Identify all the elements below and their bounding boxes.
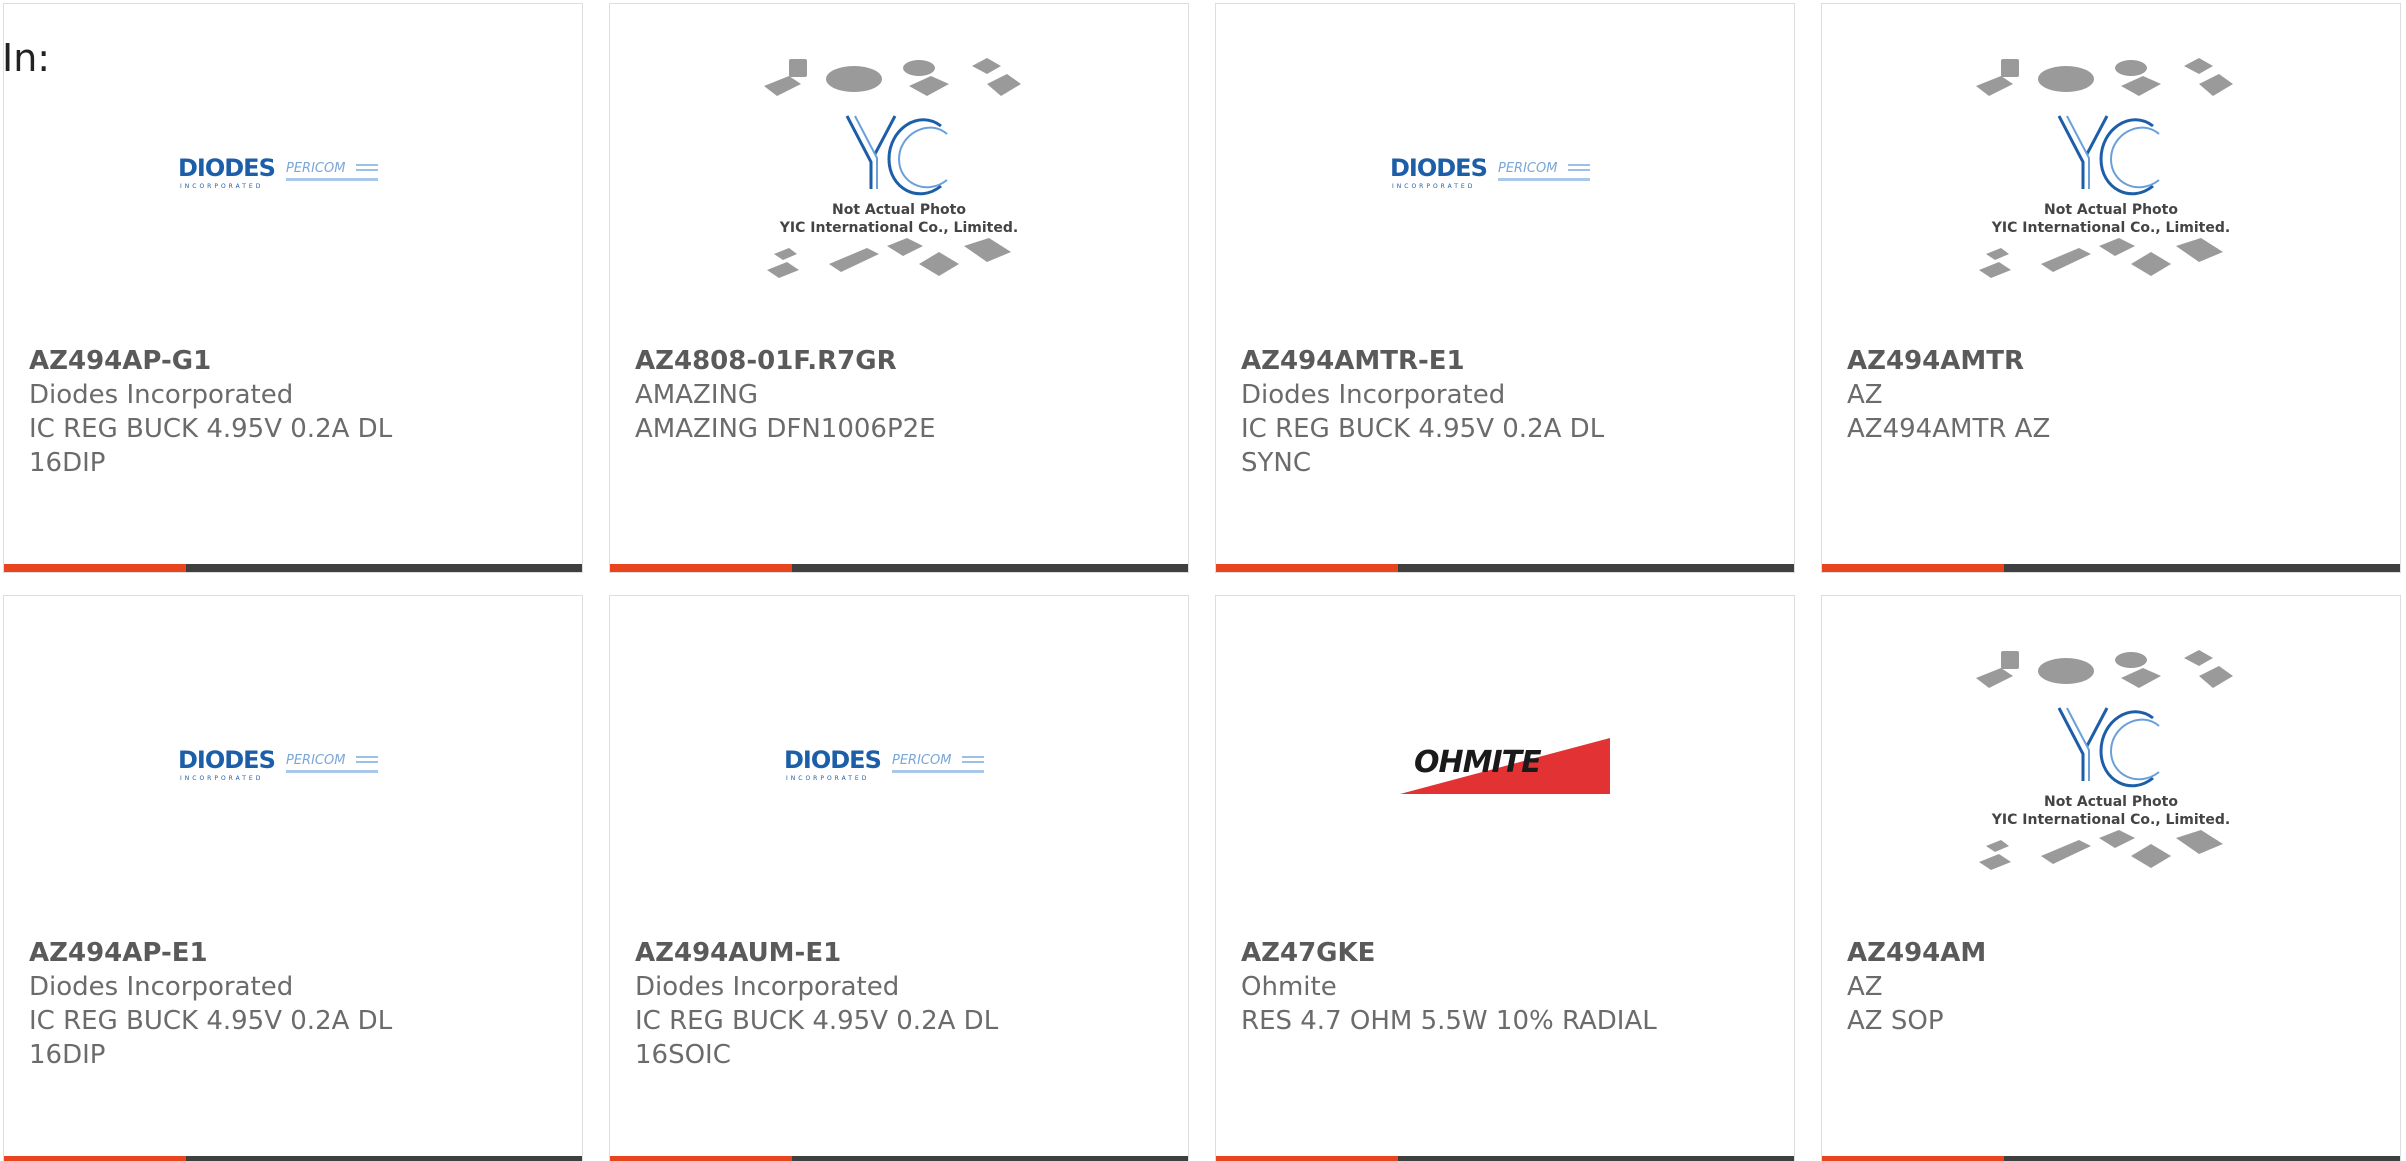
product-card[interactable]: Not Actual Photo YIC International Co., …: [1821, 3, 2401, 573]
product-description: RES 4.7 OHM 5.5W 10% RADIAL: [1241, 1006, 1657, 1036]
yic-placeholder-icon: Not Actual Photo YIC International Co., …: [764, 58, 1021, 278]
part-number-link[interactable]: AZ494AMTR-E1: [1241, 344, 1661, 378]
page: In: DIODES INCORPORATED PERICOM AZ494AP-…: [0, 0, 2406, 1161]
product-image[interactable]: DIODES INCORPORATED PERICOM: [610, 596, 1188, 936]
placeholder-caption-2: YIC International Co., Limited.: [1991, 220, 2230, 236]
part-number-link[interactable]: AZ47GKE: [1241, 936, 1661, 970]
pericom-logo-text: PERICOM: [1498, 161, 1557, 176]
product-description: IC REG BUCK 4.95V 0.2A DL SYNC: [1241, 414, 1605, 478]
product-card[interactable]: DIODES INCORPORATED PERICOM AZ494AP-G1 Di…: [3, 3, 583, 573]
card-footer-bar: [4, 1156, 582, 1161]
product-description: AMAZING DFN1006P2E: [635, 414, 936, 444]
card-footer-accent: [1822, 564, 2004, 572]
card-footer-accent: [4, 564, 186, 572]
product-info: AZ494AM AZ AZ SOP: [1847, 936, 2267, 1038]
manufacturer-name: Diodes Incorporated: [1241, 380, 1506, 410]
manufacturer-name: AMAZING: [635, 380, 759, 410]
product-image[interactable]: OHMITE: [1216, 596, 1794, 936]
part-number-link[interactable]: AZ494AUM-E1: [635, 936, 1055, 970]
diodes-logo-icon: DIODES INCORPORATED PERICOM: [784, 746, 984, 782]
product-info: AZ494AMTR-E1 Diodes Incorporated IC REG BU…: [1241, 344, 1661, 480]
placeholder-caption-1: Not Actual Photo: [2044, 794, 2178, 810]
card-footer-bar: [610, 1156, 1188, 1161]
product-description: IC REG BUCK 4.95V 0.2A DL 16DIP: [29, 1006, 393, 1070]
product-image[interactable]: DIODES INCORPORATED PERICOM: [4, 4, 582, 344]
product-image[interactable]: Not Actual Photo YIC International Co., …: [1822, 596, 2400, 936]
product-image[interactable]: DIODES INCORPORATED PERICOM: [1216, 4, 1794, 344]
ohmite-logo-icon: OHMITE: [1400, 738, 1610, 794]
card-footer-accent: [1216, 1156, 1398, 1161]
diodes-logo-icon: DIODES INCORPORATED PERICOM: [178, 154, 378, 190]
diodes-logo-text: DIODES: [784, 746, 881, 774]
diodes-logo-sub: INCORPORATED: [180, 183, 263, 190]
card-footer-accent: [610, 564, 792, 572]
manufacturer-name: Diodes Incorporated: [29, 380, 294, 410]
pericom-logo-text: PERICOM: [286, 161, 345, 176]
product-image[interactable]: Not Actual Photo YIC International Co., …: [1822, 4, 2400, 344]
product-info: AZ494AMTR AZ AZ494AMTR AZ: [1847, 344, 2267, 446]
product-description: AZ494AMTR AZ: [1847, 414, 2051, 444]
diodes-logo-icon: DIODES INCORPORATED PERICOM: [1390, 154, 1590, 190]
product-info: AZ494AP-G1 Diodes Incorporated IC REG BUCK…: [29, 344, 449, 480]
manufacturer-name: AZ: [1847, 972, 1883, 1002]
card-footer-bar: [1216, 1156, 1794, 1161]
product-card[interactable]: OHMITE AZ47GKE Ohmite RES 4.7 OHM 5.5W 10%…: [1215, 595, 1795, 1161]
product-card[interactable]: Not Actual Photo YIC International Co., …: [609, 3, 1189, 573]
card-footer-accent: [1822, 1156, 2004, 1161]
product-card[interactable]: DIODES INCORPORATED PERICOM AZ494AP-E1 Di…: [3, 595, 583, 1161]
card-footer-bar: [4, 564, 582, 572]
product-image[interactable]: Not Actual Photo YIC International Co., …: [610, 4, 1188, 344]
placeholder-caption-1: Not Actual Photo: [832, 202, 966, 218]
diodes-logo-sub: INCORPORATED: [786, 775, 869, 782]
product-description: IC REG BUCK 4.95V 0.2A DL 16SOIC: [635, 1006, 999, 1070]
product-description: IC REG BUCK 4.95V 0.2A DL 16DIP: [29, 414, 393, 478]
card-footer-accent: [4, 1156, 186, 1161]
part-number-link[interactable]: AZ494AMTR: [1847, 344, 2267, 378]
placeholder-caption-2: YIC International Co., Limited.: [779, 220, 1018, 236]
diodes-logo-sub: INCORPORATED: [1392, 183, 1475, 190]
product-card[interactable]: DIODES INCORPORATED PERICOM AZ494AMTR-E1…: [1215, 3, 1795, 573]
card-footer-bar: [610, 564, 1188, 572]
card-footer-bar: [1822, 1156, 2400, 1161]
diodes-logo-sub: INCORPORATED: [180, 775, 263, 782]
pericom-logo-text: PERICOM: [286, 753, 345, 768]
diodes-logo-text: DIODES: [178, 154, 275, 182]
product-card[interactable]: DIODES INCORPORATED PERICOM AZ494AUM-E1 D…: [609, 595, 1189, 1161]
card-footer-bar: [1216, 564, 1794, 572]
manufacturer-name: Ohmite: [1241, 972, 1337, 1002]
product-description: AZ SOP: [1847, 1006, 1944, 1036]
product-image[interactable]: DIODES INCORPORATED PERICOM: [4, 596, 582, 936]
ohmite-logo-text: OHMITE: [1414, 745, 1542, 780]
part-number-link[interactable]: AZ494AP-E1: [29, 936, 449, 970]
pericom-logo-text: PERICOM: [892, 753, 951, 768]
manufacturer-name: Diodes Incorporated: [29, 972, 294, 1002]
diodes-logo-icon: DIODES INCORPORATED PERICOM: [178, 746, 378, 782]
product-info: AZ4808-01F.R7GR AMAZING AMAZING DFN1006P2E: [635, 344, 1055, 446]
filter-label: In:: [2, 36, 51, 80]
placeholder-caption-1: Not Actual Photo: [2044, 202, 2178, 218]
product-info: AZ47GKE Ohmite RES 4.7 OHM 5.5W 10% RADIAL: [1241, 936, 1661, 1038]
card-footer-accent: [610, 1156, 792, 1161]
diodes-logo-text: DIODES: [178, 746, 275, 774]
card-footer-bar: [1822, 564, 2400, 572]
part-number-link[interactable]: AZ494AM: [1847, 936, 2267, 970]
placeholder-caption-2: YIC International Co., Limited.: [1991, 812, 2230, 828]
diodes-logo-text: DIODES: [1390, 154, 1487, 182]
yic-placeholder-icon: Not Actual Photo YIC International Co., …: [1976, 650, 2233, 870]
card-footer-accent: [1216, 564, 1398, 572]
product-info: AZ494AUM-E1 Diodes Incorporated IC REG BUC…: [635, 936, 1055, 1072]
yic-placeholder-icon: Not Actual Photo YIC International Co., …: [1976, 58, 2233, 278]
product-info: AZ494AP-E1 Diodes Incorporated IC REG BUCK…: [29, 936, 449, 1072]
manufacturer-name: AZ: [1847, 380, 1883, 410]
manufacturer-name: Diodes Incorporated: [635, 972, 900, 1002]
product-card[interactable]: Not Actual Photo YIC International Co., …: [1821, 595, 2401, 1161]
product-grid: DIODES INCORPORATED PERICOM AZ494AP-G1 Di…: [3, 3, 2403, 1161]
part-number-link[interactable]: AZ494AP-G1: [29, 344, 449, 378]
part-number-link[interactable]: AZ4808-01F.R7GR: [635, 344, 1055, 378]
